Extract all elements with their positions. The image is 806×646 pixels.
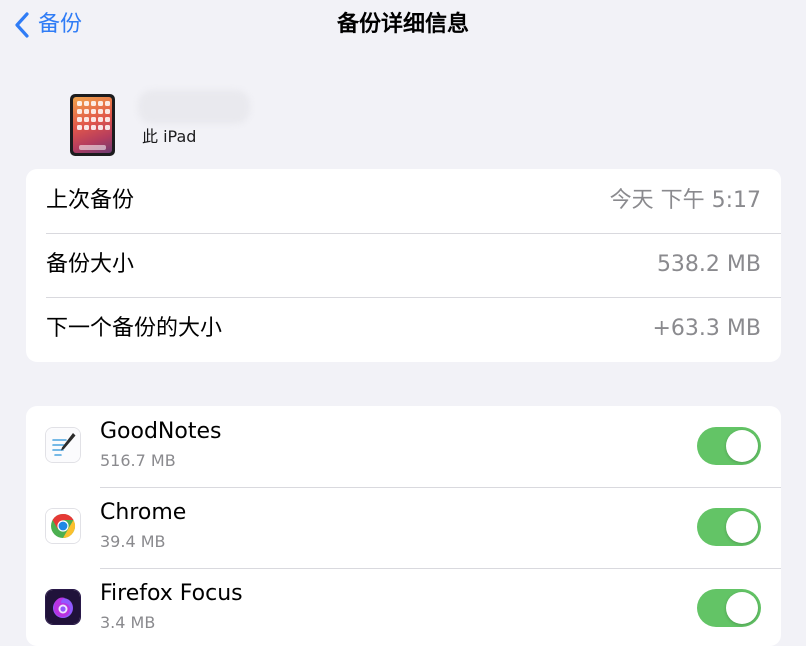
toggle-knob	[726, 511, 758, 543]
app-name: Firefox Focus	[100, 581, 243, 606]
goodnotes-icon	[45, 427, 81, 463]
app-size: 516.7 MB	[100, 451, 176, 470]
app-row-firefox-focus: Firefox Focus 3.4 MB	[26, 568, 781, 646]
info-value: 538.2 MB	[656, 252, 761, 277]
info-label: 上次备份	[46, 188, 135, 213]
toggle-knob	[726, 592, 758, 624]
info-row-backup-size: 备份大小 538.2 MB	[26, 233, 781, 297]
backup-toggle-chrome[interactable]	[697, 508, 761, 546]
info-value: 今天 下午 5:17	[609, 188, 761, 213]
app-backup-list: GoodNotes 516.7 MB Chrome 39.4 MB Firefo…	[26, 406, 781, 646]
app-row-goodnotes: GoodNotes 516.7 MB	[26, 406, 781, 487]
backup-toggle-goodnotes[interactable]	[697, 427, 761, 465]
device-subtitle: 此 iPad	[142, 127, 197, 146]
chrome-icon	[45, 508, 81, 544]
info-row-next-backup-size: 下一个备份的大小 +63.3 MB	[26, 297, 781, 361]
info-value: +63.3 MB	[652, 316, 762, 341]
toggle-knob	[726, 430, 758, 462]
backup-info-card: 上次备份 今天 下午 5:17 备份大小 538.2 MB 下一个备份的大小 +…	[26, 169, 781, 362]
app-size: 3.4 MB	[100, 613, 156, 632]
ipad-icon	[70, 94, 115, 156]
app-row-chrome: Chrome 39.4 MB	[26, 487, 781, 568]
device-name-redacted	[138, 90, 250, 124]
page-title: 备份详细信息	[336, 12, 469, 37]
app-name: Chrome	[100, 500, 187, 525]
app-size: 39.4 MB	[100, 532, 166, 551]
device-header: 此 iPad	[0, 86, 806, 162]
app-name: GoodNotes	[100, 419, 222, 444]
info-label: 备份大小	[46, 252, 135, 277]
navigation-bar: 备份 备份详细信息	[0, 0, 806, 52]
backup-toggle-firefox-focus[interactable]	[697, 589, 761, 627]
info-label: 下一个备份的大小	[46, 316, 223, 341]
info-row-last-backup: 上次备份 今天 下午 5:17	[26, 169, 781, 233]
